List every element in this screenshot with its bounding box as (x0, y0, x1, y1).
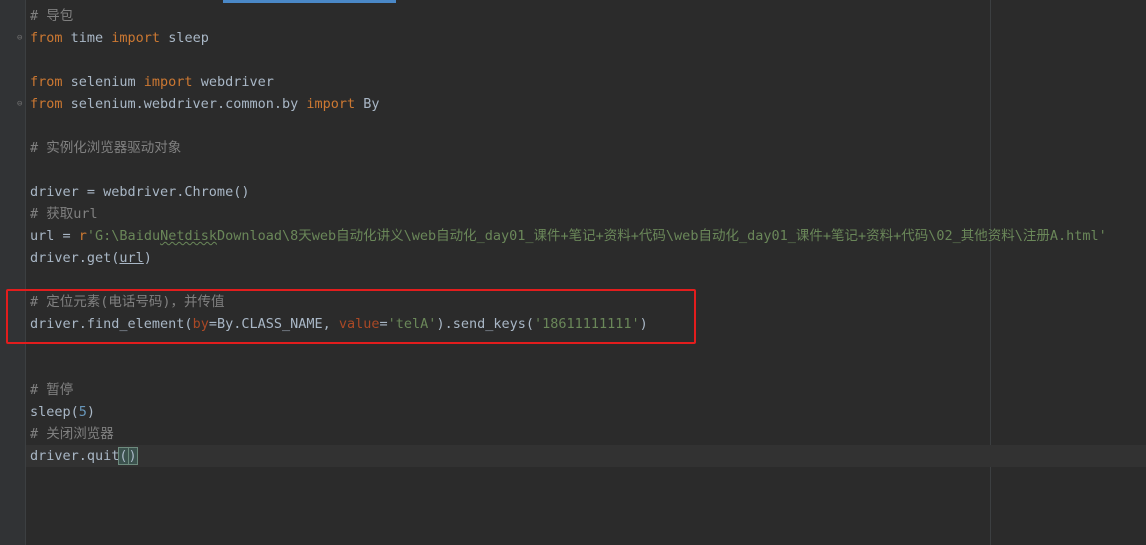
call-suffix: ) (639, 316, 648, 332)
editor-gutter (0, 0, 26, 545)
call-suffix: ) (143, 250, 152, 266)
imported-name: By (355, 96, 380, 112)
comment: # 导包 (30, 8, 74, 24)
imported-name: webdriver (192, 74, 274, 90)
comment: # 实例化浏览器驱动对象 (30, 140, 182, 156)
code-line: url = r'G:\BaiduNetdiskDownload\8天web自动化… (30, 225, 1146, 247)
code-line: # 暂停 (30, 379, 1146, 401)
raw-string-prefix: r (78, 228, 87, 244)
code-area[interactable]: # 导包 from time import sleep from seleniu… (26, 5, 1146, 467)
keyword: from (30, 74, 63, 90)
code-line: # 实例化浏览器驱动对象 (30, 137, 1146, 159)
keyword: import (111, 30, 161, 46)
code-line: # 定位元素(电话号码)，并传值 (30, 291, 1146, 313)
code-line: sleep(5) (30, 401, 1146, 423)
statement: driver = webdriver.Chrome() (30, 184, 250, 200)
call-text: ).send_keys( (436, 316, 534, 332)
call-prefix: driver.find_element( (30, 316, 193, 332)
fold-icon[interactable]: ⊖ (17, 99, 25, 109)
code-line: # 关闭浏览器 (30, 423, 1146, 445)
code-line: from selenium.webdriver.common.by import… (30, 93, 1146, 115)
code-line: driver = webdriver.Chrome() (30, 181, 1146, 203)
matched-bracket: ) (127, 447, 138, 465)
code-editor[interactable]: ⊖ ⊖ # 导包 from time import sleep from sel… (0, 0, 1146, 545)
module-name: time (62, 30, 112, 46)
comment: # 暂停 (30, 382, 74, 398)
code-line: # 获取url (30, 203, 1146, 225)
call-text: = (379, 316, 388, 332)
matched-bracket: ( (118, 447, 129, 465)
keyword: import (143, 74, 193, 90)
keyword-argument: by (192, 316, 209, 332)
comment: # 获取url (30, 206, 98, 222)
comment: # 关闭浏览器 (30, 426, 114, 442)
active-tab-indicator (223, 0, 396, 3)
string-literal: Download\8天web自动化讲义\web自动化_day01_课件+笔记+资… (216, 228, 1107, 244)
code-line: from selenium import webdriver (30, 71, 1146, 93)
current-code-line[interactable]: driver.quit() (26, 445, 1146, 467)
code-line: # 导包 (30, 5, 1146, 27)
code-line: from time import sleep (30, 27, 1146, 49)
spellcheck-string: Netdisk (160, 228, 217, 244)
imported-name: sleep (160, 30, 209, 46)
variable-reference: url (119, 250, 144, 266)
keyword-argument: value (338, 316, 380, 332)
keyword: import (306, 96, 356, 112)
fold-icon[interactable]: ⊖ (17, 33, 25, 43)
comment: # 定位元素(电话号码)，并传值 (30, 294, 225, 310)
code-line: driver.find_element(by=By.CLASS_NAME, va… (30, 313, 1146, 335)
call-prefix: driver.quit (30, 448, 120, 464)
string-literal: '18611111111' (533, 316, 640, 332)
call-text: =By.CLASS_NAME, (208, 316, 339, 332)
number-literal: 5 (78, 404, 87, 420)
string-literal: 'telA' (387, 316, 437, 332)
call-suffix: ) (86, 404, 96, 420)
module-name: selenium (62, 74, 144, 90)
call-prefix: driver.get( (30, 250, 120, 266)
keyword: from (30, 96, 63, 112)
string-literal: 'G:\Baidu (86, 228, 161, 244)
module-name: selenium.webdriver.common.by (62, 96, 307, 112)
code-line: driver.get(url) (30, 247, 1146, 269)
assignment-lhs: url = (30, 228, 79, 244)
keyword: from (30, 30, 63, 46)
call-prefix: sleep( (30, 404, 79, 420)
